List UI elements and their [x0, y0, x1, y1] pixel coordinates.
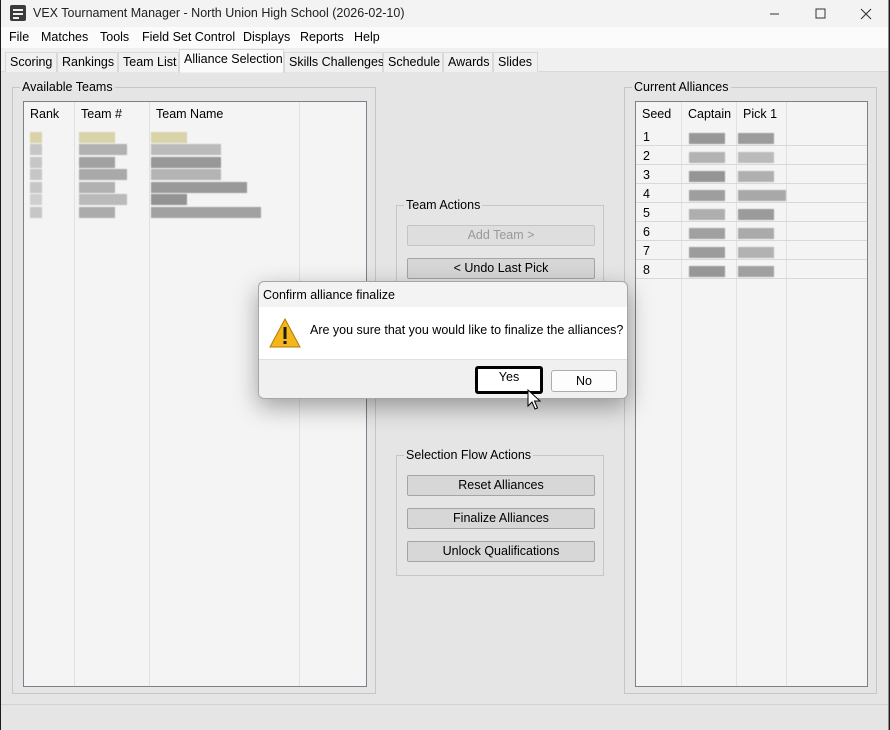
column-team-number[interactable]: Team # [75, 102, 150, 126]
current-alliances-group: Current Alliances Seed Captain Pick 1 1 … [624, 80, 877, 694]
window-title: VEX Tournament Manager - North Union Hig… [33, 6, 405, 20]
tab-slides[interactable]: Slides [493, 52, 538, 72]
tab-skills-challenges[interactable]: Skills Challenges [284, 52, 384, 72]
tab-team-list[interactable]: Team List [118, 52, 179, 72]
current-alliances-list[interactable]: Seed Captain Pick 1 1 2 3 4 5 6 7 8 [635, 101, 868, 687]
tab-schedule[interactable]: Schedule [383, 52, 443, 72]
undo-last-pick-button[interactable]: < Undo Last Pick [407, 258, 595, 279]
column-team-name[interactable]: Team Name [150, 102, 300, 126]
app-window: VEX Tournament Manager - North Union Hig… [1, 0, 889, 730]
column-captain[interactable]: Captain [682, 102, 737, 126]
add-team-button[interactable]: Add Team > [407, 225, 595, 246]
confirm-finalize-dialog: Confirm alliance finalize Are you sure t… [258, 281, 628, 399]
dialog-title: Confirm alliance finalize [263, 288, 396, 302]
available-teams-label: Available Teams [20, 80, 115, 94]
close-button[interactable] [843, 0, 889, 27]
mouse-cursor-icon [527, 389, 541, 410]
dialog-footer: Yes No [259, 359, 627, 398]
menu-reports[interactable]: Reports [300, 30, 344, 44]
status-bar [1, 704, 889, 730]
close-icon [860, 8, 872, 19]
seed-number: 1 [643, 130, 650, 144]
dialog-message: Are you sure that you would like to fina… [310, 323, 624, 337]
seed-number: 2 [643, 149, 650, 163]
tab-alliance-selection[interactable]: Alliance Selection [179, 49, 284, 73]
tab-strip: Scoring Rankings Team List Alliance Sele… [1, 48, 889, 73]
title-bar: VEX Tournament Manager - North Union Hig… [1, 0, 889, 27]
selection-flow-group: Selection Flow Actions Reset Alliances F… [396, 448, 604, 576]
dialog-body: Are you sure that you would like to fina… [259, 307, 627, 359]
column-rank[interactable]: Rank [24, 102, 75, 126]
no-button[interactable]: No [551, 370, 617, 392]
warning-icon [269, 318, 301, 348]
minimize-button[interactable] [751, 0, 797, 27]
column-seed[interactable]: Seed [636, 102, 682, 126]
menu-field-set-control[interactable]: Field Set Control [142, 30, 235, 44]
menu-file[interactable]: File [9, 30, 29, 44]
menu-bar: File Matches Tools Field Set Control Dis… [1, 27, 889, 48]
maximize-button[interactable] [797, 0, 843, 27]
tab-awards[interactable]: Awards [443, 52, 493, 72]
finalize-alliances-button[interactable]: Finalize Alliances [407, 508, 595, 529]
seed-number: 4 [643, 187, 650, 201]
selection-flow-label: Selection Flow Actions [404, 448, 534, 462]
seed-number: 3 [643, 168, 650, 182]
menu-help[interactable]: Help [354, 30, 380, 44]
menu-tools[interactable]: Tools [100, 30, 129, 44]
maximize-icon [815, 8, 825, 19]
reset-alliances-button[interactable]: Reset Alliances [407, 475, 595, 496]
current-alliances-label: Current Alliances [632, 80, 731, 94]
seed-number: 6 [643, 225, 650, 239]
menu-matches[interactable]: Matches [41, 30, 88, 44]
column-pick-1[interactable]: Pick 1 [737, 102, 787, 126]
team-actions-label: Team Actions [404, 198, 483, 212]
unlock-qualifications-button[interactable]: Unlock Qualifications [407, 541, 595, 562]
menu-displays[interactable]: Displays [243, 30, 290, 44]
seed-number: 8 [643, 263, 650, 277]
minimize-icon [769, 13, 779, 15]
app-icon [10, 5, 26, 21]
seed-number: 5 [643, 206, 650, 220]
tab-rankings[interactable]: Rankings [57, 52, 118, 72]
tab-scoring[interactable]: Scoring [5, 52, 57, 72]
seed-number: 7 [643, 244, 650, 258]
